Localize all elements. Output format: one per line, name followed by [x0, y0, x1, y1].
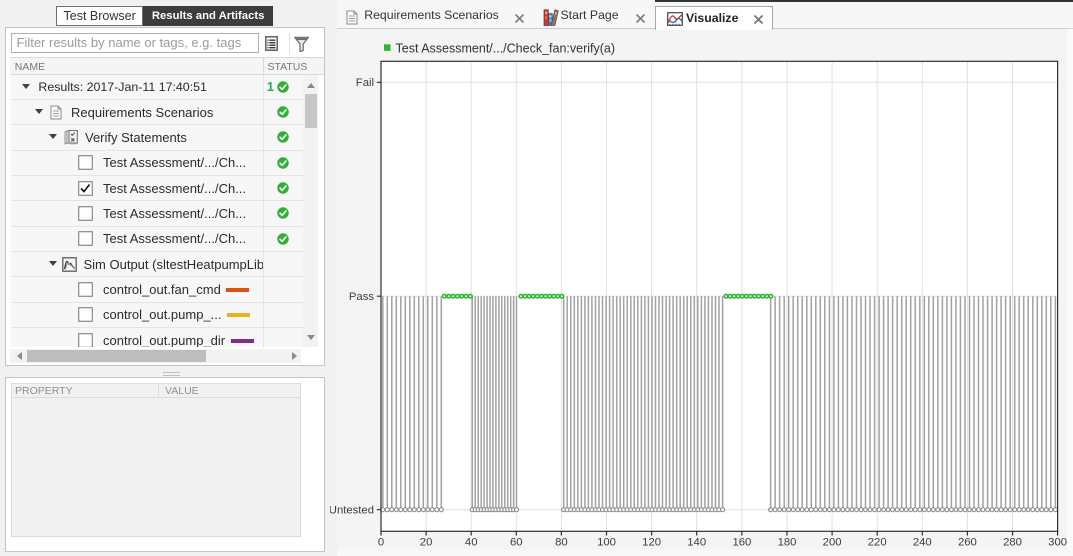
- svg-text:300: 300: [1048, 537, 1067, 549]
- svg-text:100: 100: [597, 537, 616, 549]
- svg-text:260: 260: [958, 537, 977, 549]
- svg-text:180: 180: [778, 537, 797, 549]
- svg-text:Untested: Untested: [330, 504, 374, 516]
- svg-text:Pass: Pass: [349, 291, 374, 303]
- svg-text:80: 80: [555, 537, 568, 549]
- svg-text:60: 60: [510, 537, 523, 549]
- svg-text:140: 140: [687, 537, 706, 549]
- svg-text:Fail: Fail: [356, 77, 374, 89]
- svg-text:0: 0: [378, 537, 384, 549]
- svg-text:280: 280: [1003, 537, 1022, 549]
- svg-text:40: 40: [465, 537, 478, 549]
- svg-text:200: 200: [823, 537, 842, 549]
- svg-text:120: 120: [642, 537, 661, 549]
- svg-text:20: 20: [420, 537, 433, 549]
- svg-text:240: 240: [913, 537, 932, 549]
- svg-text:220: 220: [868, 537, 887, 549]
- svg-text:160: 160: [732, 537, 751, 549]
- svg-text:Test Assessment/.../Check_fan:: Test Assessment/.../Check_fan:verify(a): [396, 41, 616, 55]
